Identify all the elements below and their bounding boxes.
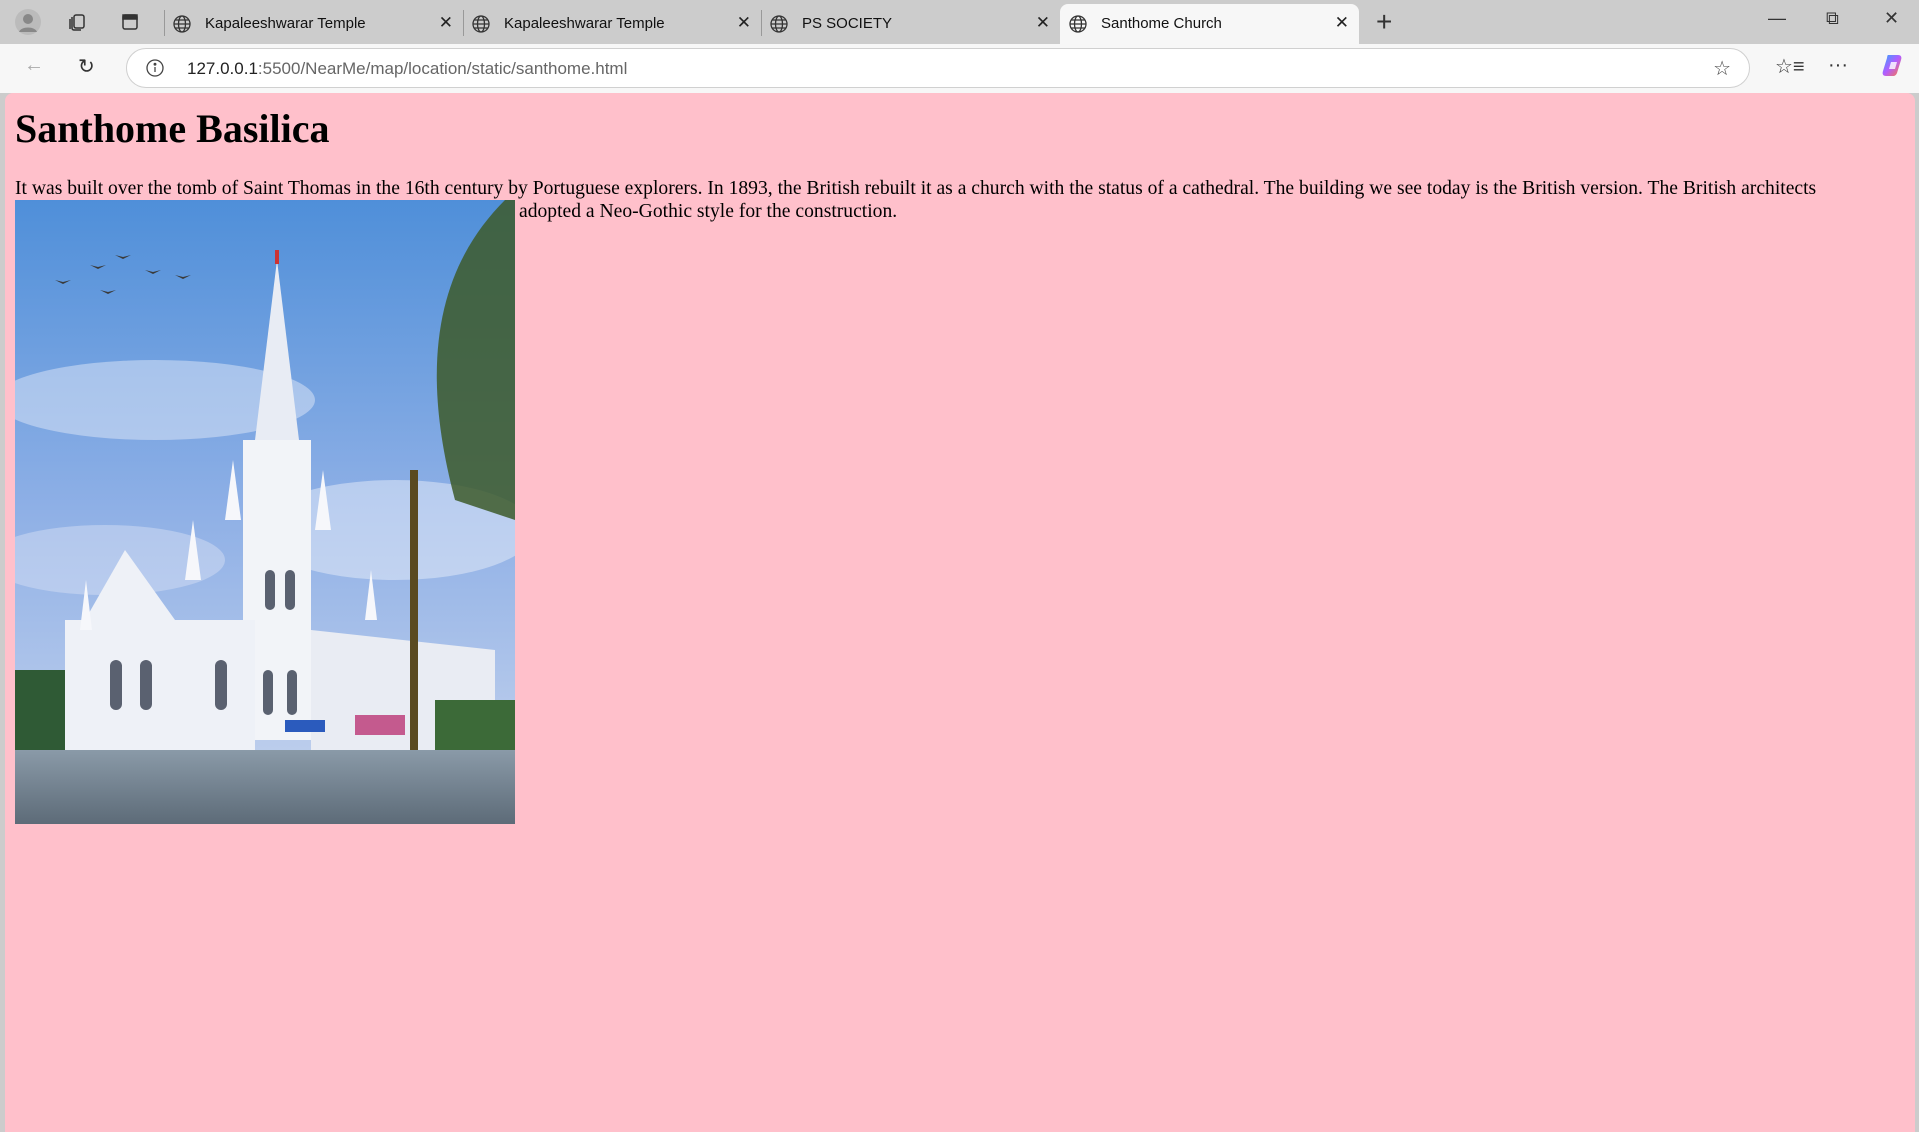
url-path: :5500/NearMe/map/location/static/santhom… — [257, 59, 628, 78]
tab-separator — [761, 10, 762, 36]
tab-title: PS SOCIETY — [802, 15, 893, 32]
globe-icon — [1068, 14, 1088, 38]
tab-title: Kapaleeshwarar Temple — [205, 15, 366, 32]
copilot-icon[interactable] — [1880, 52, 1906, 84]
tab-ps-society[interactable]: PS SOCIETY ✕ — [761, 4, 1060, 44]
site-info-icon[interactable] — [145, 58, 165, 83]
page-title: Santhome Basilica — [15, 106, 330, 151]
globe-icon — [769, 14, 789, 38]
globe-icon — [471, 14, 491, 38]
close-tab-icon[interactable]: ✕ — [439, 13, 453, 33]
restore-button[interactable]: ⧉ — [1826, 8, 1839, 29]
profile-avatar-icon[interactable] — [14, 8, 42, 36]
globe-icon — [172, 14, 192, 38]
browser-toolbar: ← ↻ 127.0.0.1:5500/NearMe/map/location/s… — [0, 44, 1919, 93]
minimize-button[interactable]: — — [1768, 8, 1786, 29]
new-tab-button[interactable]: + — [1376, 6, 1392, 38]
more-options-icon[interactable]: ··· — [1828, 54, 1848, 77]
refresh-button[interactable]: ↻ — [78, 54, 95, 79]
tab-separator — [164, 10, 165, 36]
tab-title: Kapaleeshwarar Temple — [504, 15, 665, 32]
close-tab-icon[interactable]: ✕ — [737, 13, 751, 33]
window-close-button[interactable]: ✕ — [1884, 8, 1899, 29]
tab-strip: Kapaleeshwarar Temple ✕ Kapaleeshwarar T… — [0, 0, 1919, 44]
close-tab-icon[interactable]: ✕ — [1335, 13, 1349, 33]
url-text[interactable]: 127.0.0.1:5500/NearMe/map/location/stati… — [187, 59, 627, 79]
tab-separator — [463, 10, 464, 36]
tab-title: Santhome Church — [1101, 15, 1222, 32]
description-text-continued: adopted a Neo-Gothic style for the const… — [519, 201, 898, 222]
close-tab-icon[interactable]: ✕ — [1036, 13, 1050, 33]
address-bar[interactable]: 127.0.0.1:5500/NearMe/map/location/stati… — [126, 48, 1750, 88]
back-button[interactable]: ← — [24, 54, 44, 77]
tab-kapaleeshwarar-2[interactable]: Kapaleeshwarar Temple ✕ — [463, 4, 761, 44]
favorites-icon[interactable]: ☆≡ — [1775, 54, 1805, 79]
url-host: 127.0.0.1 — [187, 59, 258, 78]
page-content: Santhome Basilica It was built over the … — [5, 93, 1915, 1132]
favorite-star-icon[interactable]: ☆ — [1713, 56, 1731, 81]
tab-santhome-church[interactable]: Santhome Church ✕ — [1060, 4, 1359, 44]
description-text: It was built over the tomb of Saint Thom… — [15, 178, 1817, 199]
santhome-church-photo — [15, 200, 515, 824]
vertical-tabs-icon[interactable] — [116, 8, 144, 36]
tab-kapaleeshwarar-1[interactable]: Kapaleeshwarar Temple ✕ — [164, 4, 463, 44]
workspaces-icon[interactable] — [63, 8, 91, 36]
